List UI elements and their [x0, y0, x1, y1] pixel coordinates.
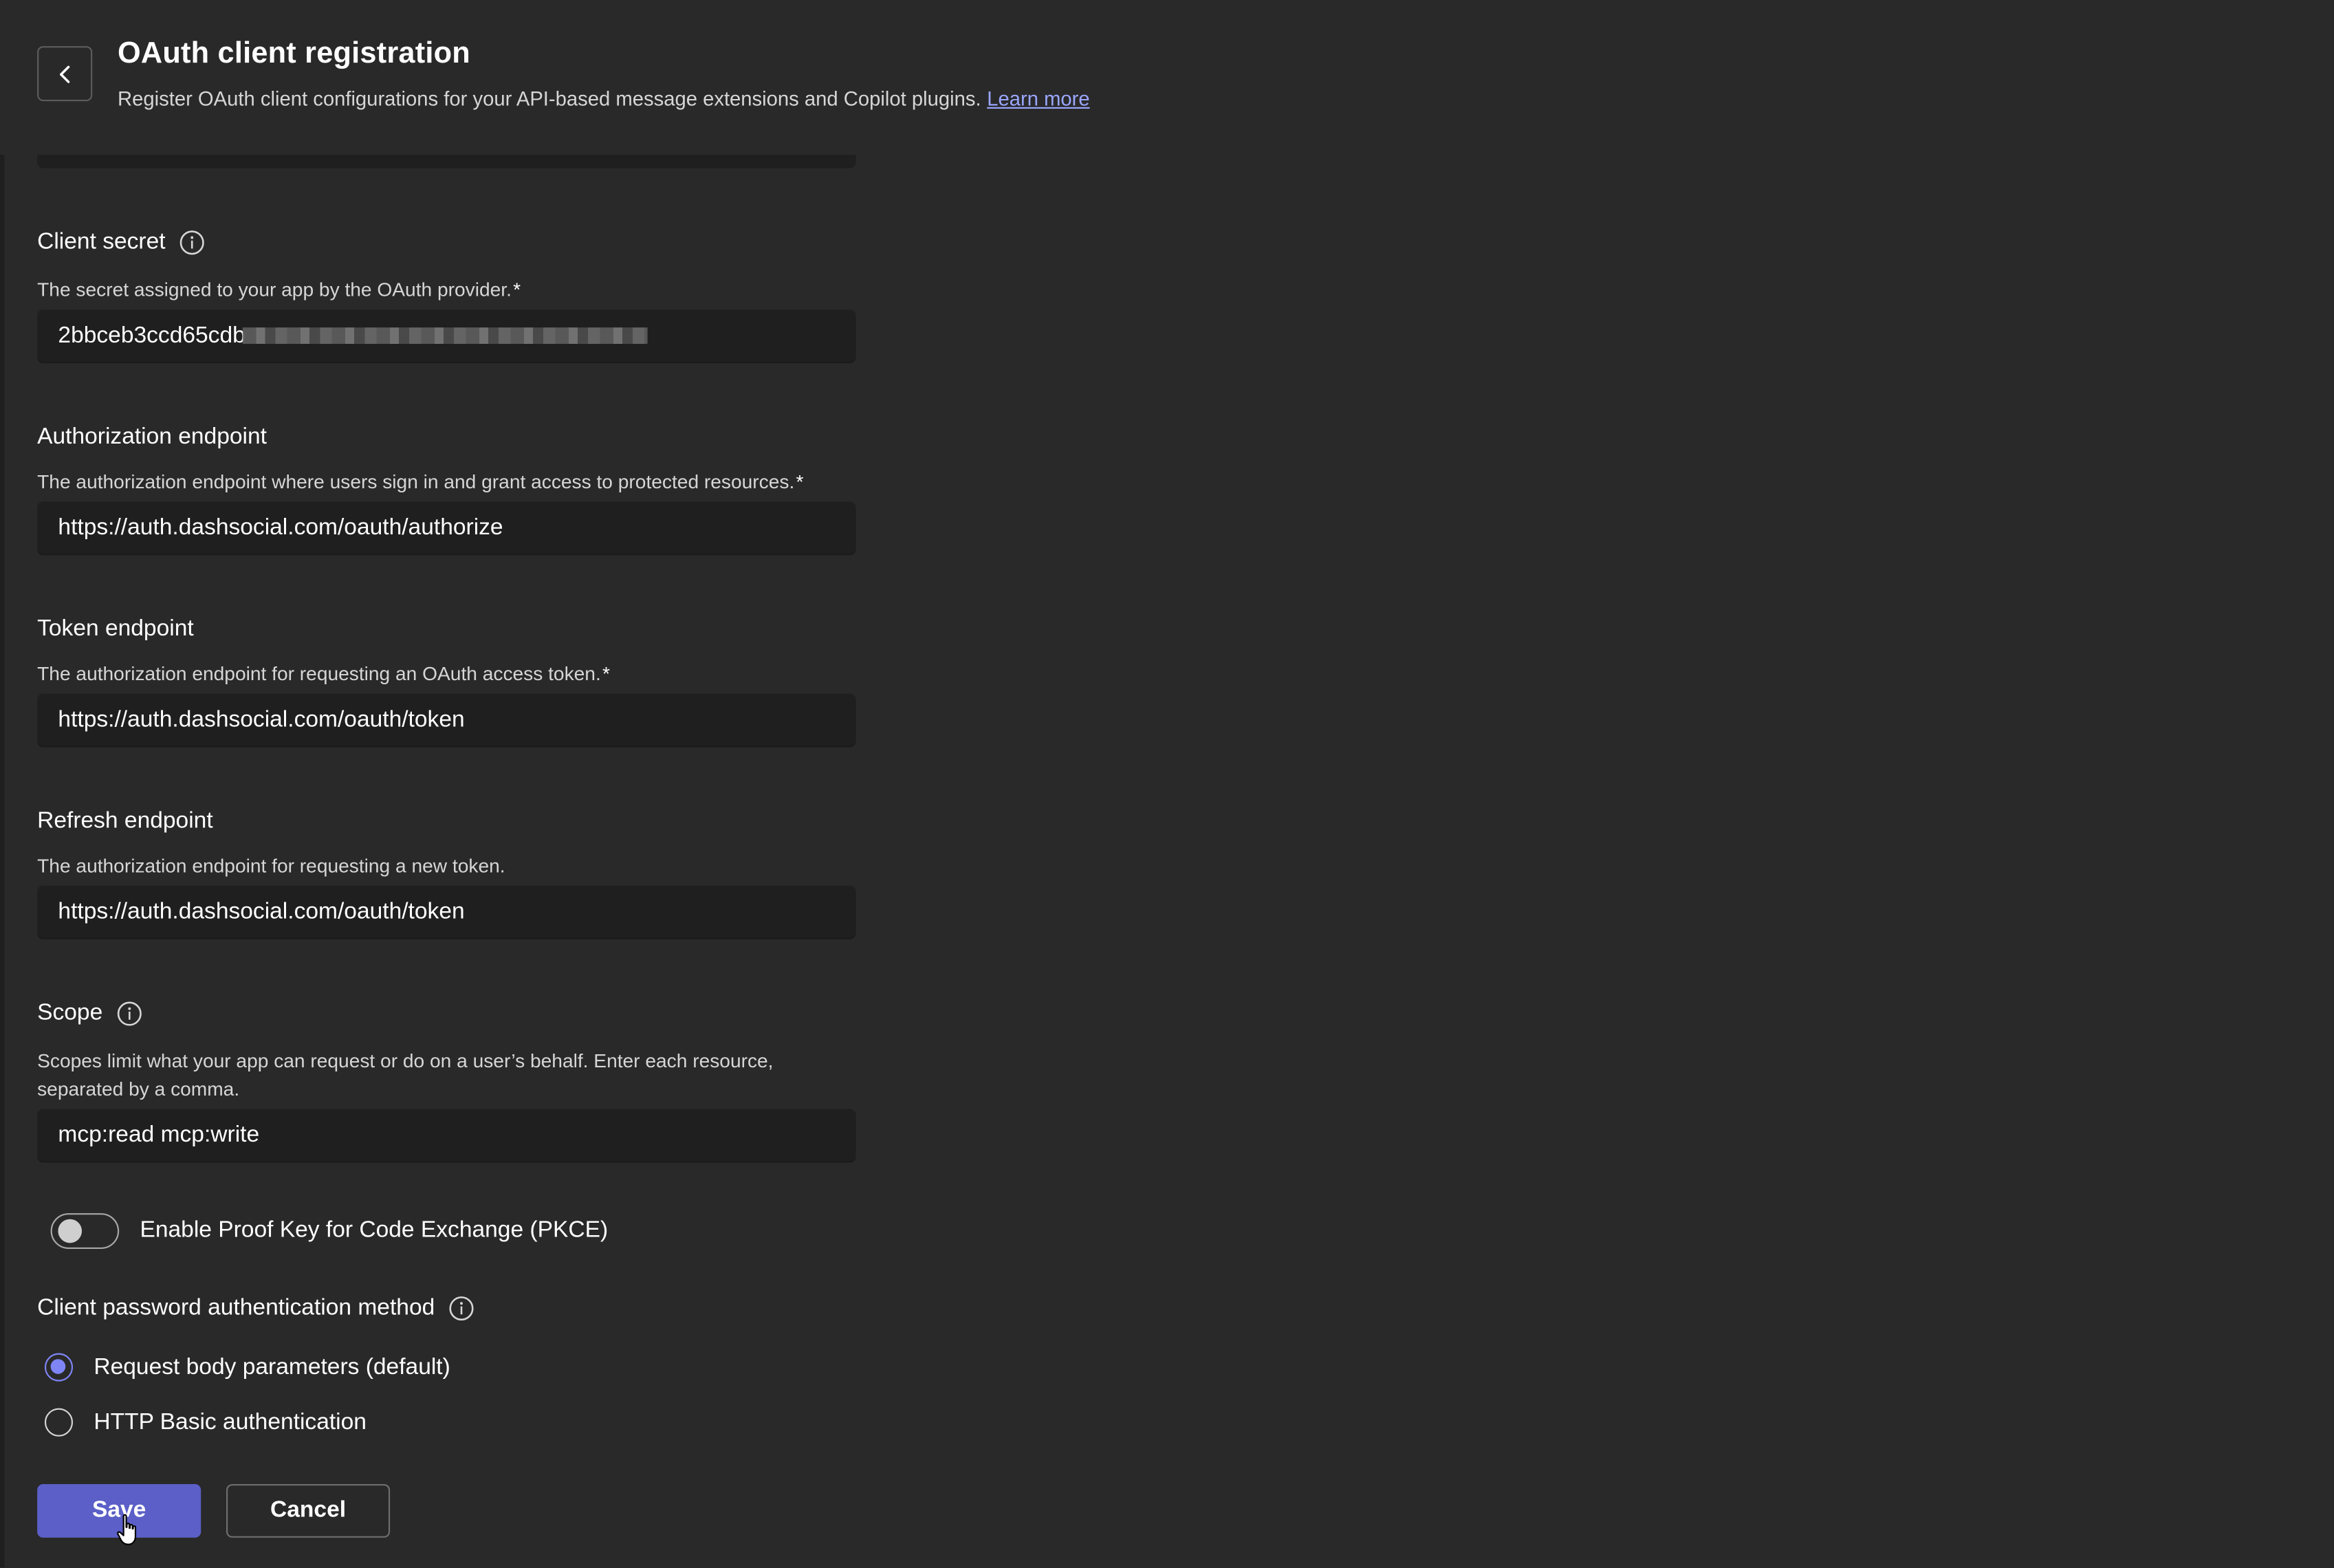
client-secret-label: Client secret [37, 229, 206, 256]
oauth-registration-page: OAuth client registration Register OAuth… [0, 0, 2334, 1568]
refresh-endpoint-value: https://auth.dashsocial.com/oauth/token [58, 898, 465, 924]
scope-input[interactable]: mcp:read mcp:write [37, 1109, 856, 1163]
radio-label: Request body parameters (default) [94, 1353, 450, 1380]
refresh-endpoint-description: The authorization endpoint for requestin… [37, 854, 505, 877]
left-edge-divider [0, 0, 5, 1568]
back-button[interactable] [37, 46, 93, 102]
save-button[interactable]: Save [37, 1484, 201, 1538]
auth-method-label: Client password authentication method [37, 1295, 475, 1322]
token-endpoint-description-text: The authorization endpoint for requestin… [37, 662, 601, 685]
info-icon[interactable] [448, 1295, 475, 1322]
authorization-endpoint-input[interactable]: https://auth.dashsocial.com/oauth/author… [37, 501, 856, 556]
toggle-knob [58, 1219, 83, 1243]
radio-http-basic-authentication[interactable]: HTTP Basic authentication [44, 1408, 367, 1437]
client-secret-label-text: Client secret [37, 229, 166, 255]
info-icon[interactable] [116, 1001, 143, 1027]
learn-more-link[interactable]: Learn more [987, 88, 1089, 110]
client-secret-description-text: The secret assigned to your app by the O… [37, 278, 512, 301]
radio-request-body-parameters[interactable]: Request body parameters (default) [44, 1353, 450, 1382]
token-endpoint-label: Token endpoint [37, 616, 194, 642]
pkce-toggle-label: Enable Proof Key for Code Exchange (PKCE… [140, 1217, 609, 1243]
authorization-endpoint-description: The authorization endpoint where users s… [37, 468, 803, 496]
client-secret-value: 2bbceb3ccd65cdb [58, 322, 246, 348]
refresh-endpoint-label: Refresh endpoint [37, 808, 213, 834]
authorization-endpoint-label: Authorization endpoint [37, 424, 268, 450]
token-endpoint-description: The authorization endpoint for requestin… [37, 660, 610, 688]
authorization-endpoint-description-text: The authorization endpoint where users s… [37, 470, 795, 493]
client-secret-input[interactable]: 2bbceb3ccd65cdb [37, 309, 856, 364]
scope-value: mcp:read mcp:write [58, 1121, 260, 1147]
radio-label: HTTP Basic authentication [94, 1408, 367, 1435]
client-secret-description: The secret assigned to your app by the O… [37, 275, 521, 303]
radio-button[interactable] [44, 1408, 74, 1437]
info-icon[interactable] [179, 229, 206, 256]
authorization-endpoint-value: https://auth.dashsocial.com/oauth/author… [58, 514, 503, 540]
page-subtitle: Register OAuth client configurations for… [118, 88, 1090, 110]
scope-label-text: Scope [37, 1000, 103, 1026]
pkce-toggle[interactable] [50, 1213, 120, 1250]
token-endpoint-input[interactable]: https://auth.dashsocial.com/oauth/token [37, 693, 856, 748]
scope-label: Scope [37, 1001, 143, 1027]
required-mark: * [796, 470, 804, 493]
page-title: OAuth client registration [117, 37, 470, 70]
required-mark: * [602, 662, 610, 685]
required-mark: * [513, 278, 521, 301]
page-header [0, 0, 2334, 155]
scope-description: Scopes limit what your app can request o… [37, 1049, 774, 1100]
auth-method-label-text: Client password authentication method [37, 1295, 435, 1320]
radio-button-selected[interactable] [44, 1353, 74, 1382]
redacted-secret-block [242, 327, 648, 344]
refresh-endpoint-input[interactable]: https://auth.dashsocial.com/oauth/token [37, 885, 856, 939]
page-subtitle-text: Register OAuth client configurations for… [117, 87, 981, 111]
cancel-button[interactable]: Cancel [226, 1484, 391, 1538]
token-endpoint-value: https://auth.dashsocial.com/oauth/token [58, 706, 465, 732]
chevron-left-icon [58, 65, 69, 83]
